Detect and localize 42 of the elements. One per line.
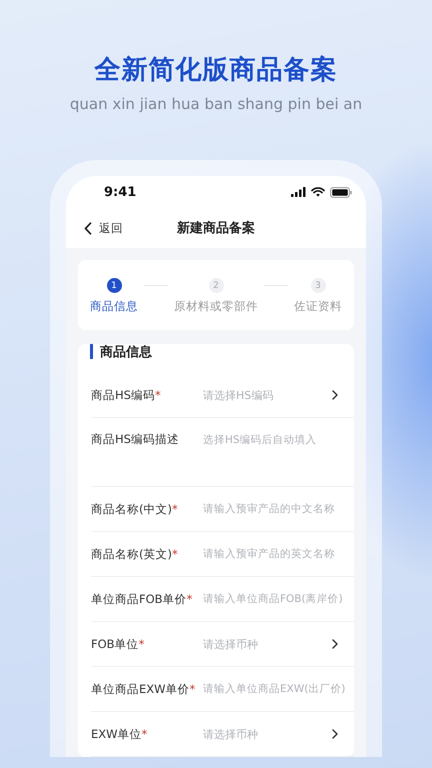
required-mark: *	[142, 726, 148, 740]
subheadline: quan xin jian hua ban shang pin bei an	[68, 94, 364, 114]
field-label: 单位商品FOB单价*	[91, 592, 194, 606]
select-field[interactable]: 请选择币种	[203, 629, 354, 659]
field-label: 商品名称(中文)*	[91, 502, 179, 516]
step-label[interactable]: 商品信息	[90, 299, 138, 314]
field-label: 商品名称(英文)*	[91, 546, 179, 562]
field-label: 商品HS编码*	[91, 388, 162, 402]
back-button[interactable]: 返回	[84, 220, 123, 236]
headline: 全新简化版商品备案	[93, 54, 338, 87]
battery-icon	[330, 186, 352, 198]
status-time: 9:41	[104, 184, 136, 200]
section-title: 商品信息	[90, 344, 354, 359]
field-label: EXW单位*	[91, 726, 148, 742]
step-label[interactable]: 原材料或零部件	[174, 299, 258, 314]
signal-icon	[291, 187, 306, 197]
step-label[interactable]: 佐证资料	[294, 299, 342, 314]
step-number: 1	[106, 278, 122, 293]
required-mark: *	[138, 636, 144, 650]
wifi-icon	[311, 187, 325, 197]
required-mark: *	[172, 546, 178, 560]
required-mark: *	[190, 682, 196, 696]
input-field[interactable]: 请输入单位商品EXW(出厂价)	[203, 683, 354, 695]
chevron-right-icon	[332, 729, 338, 739]
field-label: 商品HS编码描述	[91, 432, 180, 447]
select-field[interactable]: 请选择HS编码	[203, 380, 354, 410]
back-icon	[84, 222, 92, 234]
input-field[interactable]: 请输入单位商品FOB(离岸价)	[203, 593, 354, 605]
chevron-right-icon	[332, 639, 338, 649]
field-label: 单位商品EXW单价*	[91, 682, 196, 696]
field-label: FOB单位*	[91, 636, 146, 652]
step-number: 3	[310, 278, 326, 293]
input-field[interactable]: 请输入预审产品的中文名称	[203, 503, 354, 515]
screen-title: 新建商品备案	[177, 220, 255, 237]
select-field[interactable]: 请选择币种	[203, 719, 354, 749]
description-field[interactable]: 选择HS编码后自动填入	[203, 432, 354, 472]
chevron-right-icon	[332, 390, 338, 400]
required-mark: *	[172, 502, 178, 516]
input-field[interactable]: 请输入预审产品的英文名称	[203, 548, 354, 560]
required-mark: *	[186, 592, 192, 606]
required-mark: *	[154, 388, 161, 402]
step-number: 2	[208, 278, 224, 293]
